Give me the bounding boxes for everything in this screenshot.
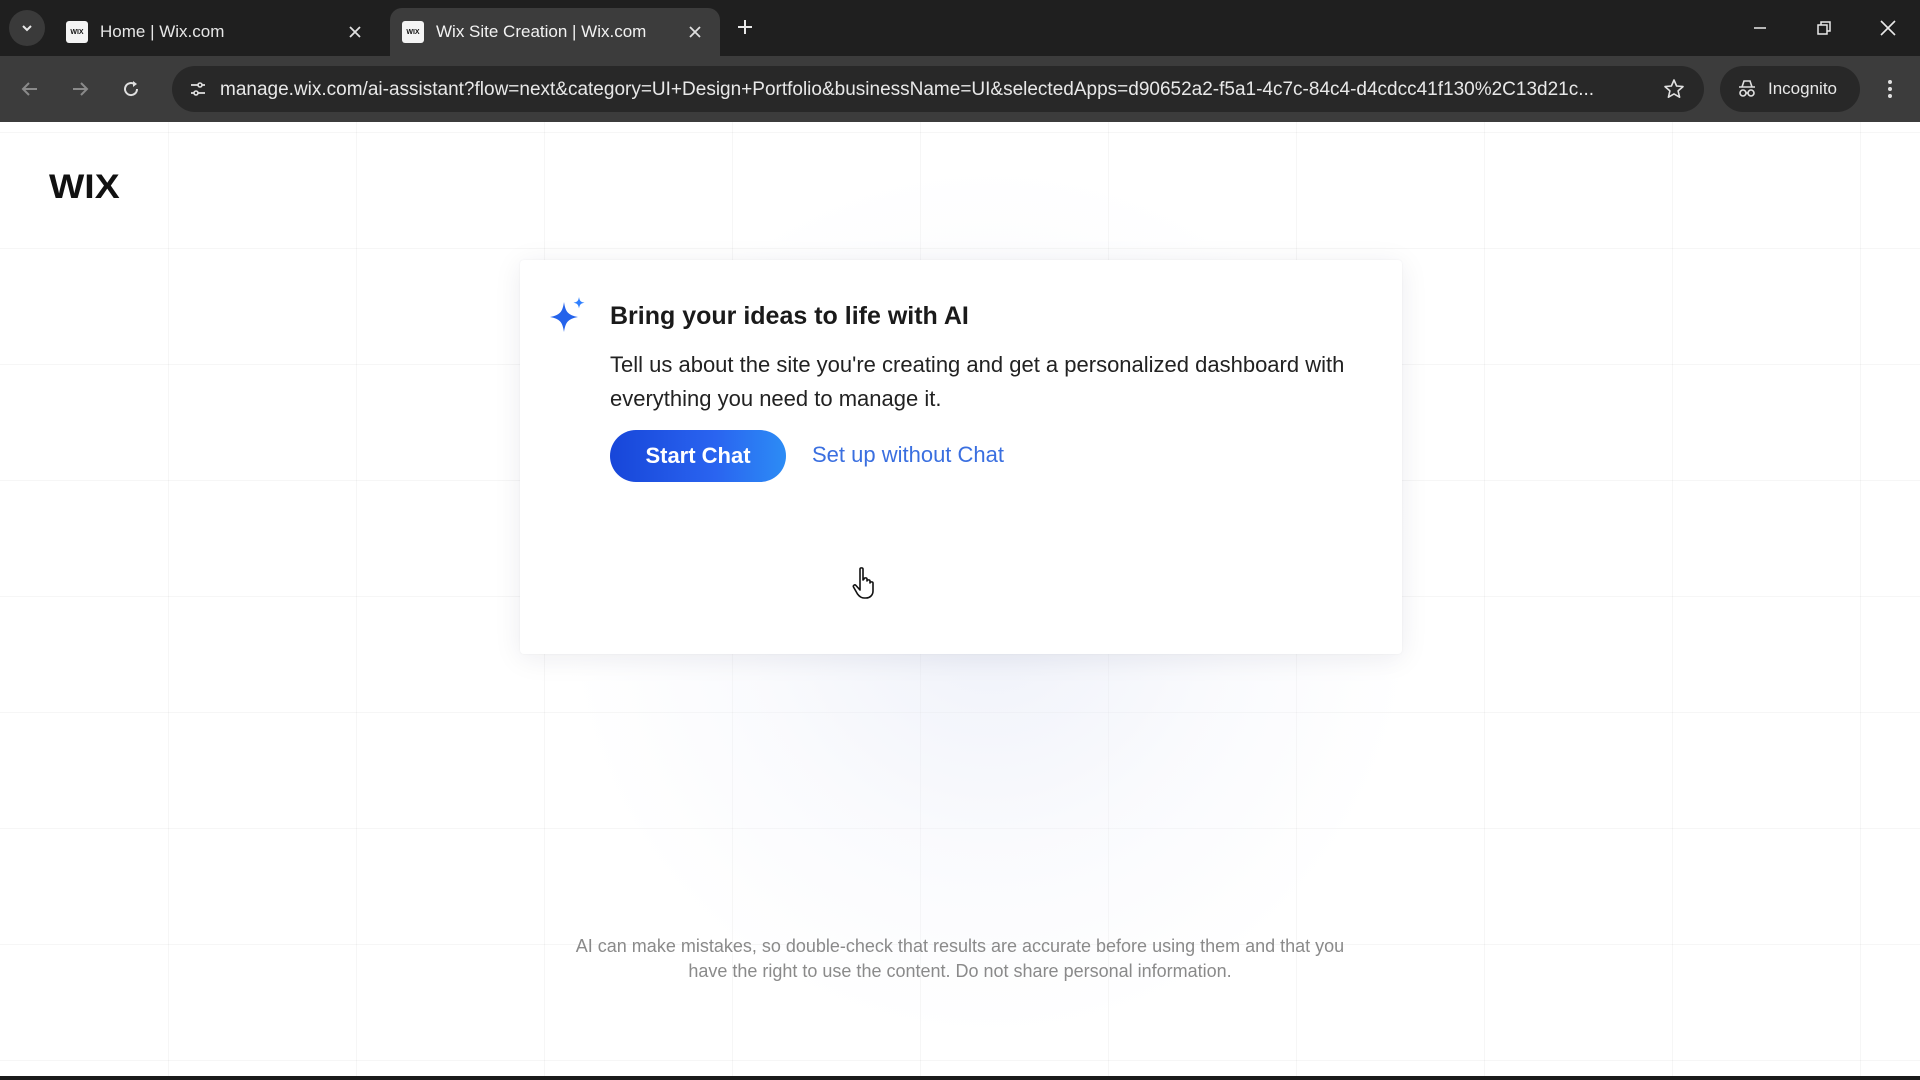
star-icon xyxy=(1664,79,1684,98)
new-tab-button[interactable] xyxy=(730,12,760,42)
reload-button[interactable] xyxy=(113,71,149,107)
bottom-edge xyxy=(0,1076,1920,1080)
plus-icon xyxy=(738,20,752,34)
kebab-menu-icon xyxy=(1888,80,1892,98)
hand-pointer-cursor-icon xyxy=(852,567,874,599)
arrow-left-icon xyxy=(21,82,37,96)
site-info-button[interactable] xyxy=(180,71,216,107)
wix-favicon-icon: WIX xyxy=(402,21,424,43)
minimize-button[interactable] xyxy=(1728,0,1792,56)
window-controls xyxy=(1728,0,1920,56)
wix-favicon-icon: WIX xyxy=(66,21,88,43)
arrow-right-icon xyxy=(73,82,89,96)
incognito-indicator[interactable]: Incognito xyxy=(1720,66,1860,112)
close-icon xyxy=(349,26,361,38)
close-window-button[interactable] xyxy=(1856,0,1920,56)
browser-toolbar: manage.wix.com/ai-assistant?flow=next&ca… xyxy=(0,56,1920,122)
disclaimer-line: have the right to use the content. Do no… xyxy=(688,961,1232,981)
tune-icon xyxy=(191,82,205,96)
bookmark-button[interactable] xyxy=(1658,73,1690,105)
tab-search-button[interactable] xyxy=(9,10,45,46)
ai-disclaimer: AI can make mistakes, so double-check th… xyxy=(500,934,1420,984)
close-icon xyxy=(689,26,701,38)
ai-assistant-card: Bring your ideas to life with AI Tell us… xyxy=(520,260,1402,654)
restore-icon xyxy=(1817,21,1831,35)
ai-sparkle-icon xyxy=(550,297,585,332)
card-description: Tell us about the site you're creating a… xyxy=(610,352,1345,411)
tab-home[interactable]: WIX Home | Wix.com xyxy=(54,8,380,56)
card-title: Bring your ideas to life with AI xyxy=(610,302,969,330)
chevron-down-icon xyxy=(22,25,32,32)
tab-title: Home | Wix.com xyxy=(100,22,225,41)
url-text[interactable]: manage.wix.com/ai-assistant?flow=next&ca… xyxy=(220,79,1630,101)
reload-icon xyxy=(124,81,139,97)
restore-button[interactable] xyxy=(1792,0,1856,56)
close-icon xyxy=(1880,20,1896,36)
setup-without-chat-link[interactable]: Set up without Chat xyxy=(812,442,1004,468)
browser-tab-strip: WIX Home | Wix.com WIX Wix Site Creation… xyxy=(0,0,1920,56)
tab-close-button[interactable] xyxy=(344,21,366,43)
incognito-label: Incognito xyxy=(1768,79,1837,98)
page-content: WIX Bring your ideas to life with AI Tel… xyxy=(0,122,1920,1076)
start-chat-button[interactable]: Start Chat xyxy=(610,430,786,482)
tab-title: Wix Site Creation | Wix.com xyxy=(436,22,647,41)
disclaimer-line: AI can make mistakes, so double-check th… xyxy=(575,936,1345,956)
forward-button[interactable] xyxy=(62,71,98,107)
tab-wix-site-creation[interactable]: WIX Wix Site Creation | Wix.com xyxy=(390,8,720,56)
tab-close-button[interactable] xyxy=(684,21,706,43)
back-button[interactable] xyxy=(12,71,48,107)
minimize-icon xyxy=(1754,27,1766,29)
incognito-icon xyxy=(1739,80,1755,97)
address-bar[interactable]: manage.wix.com/ai-assistant?flow=next&ca… xyxy=(172,66,1704,112)
wix-logo[interactable]: WIX xyxy=(49,168,120,207)
browser-menu-button[interactable] xyxy=(1872,71,1908,107)
